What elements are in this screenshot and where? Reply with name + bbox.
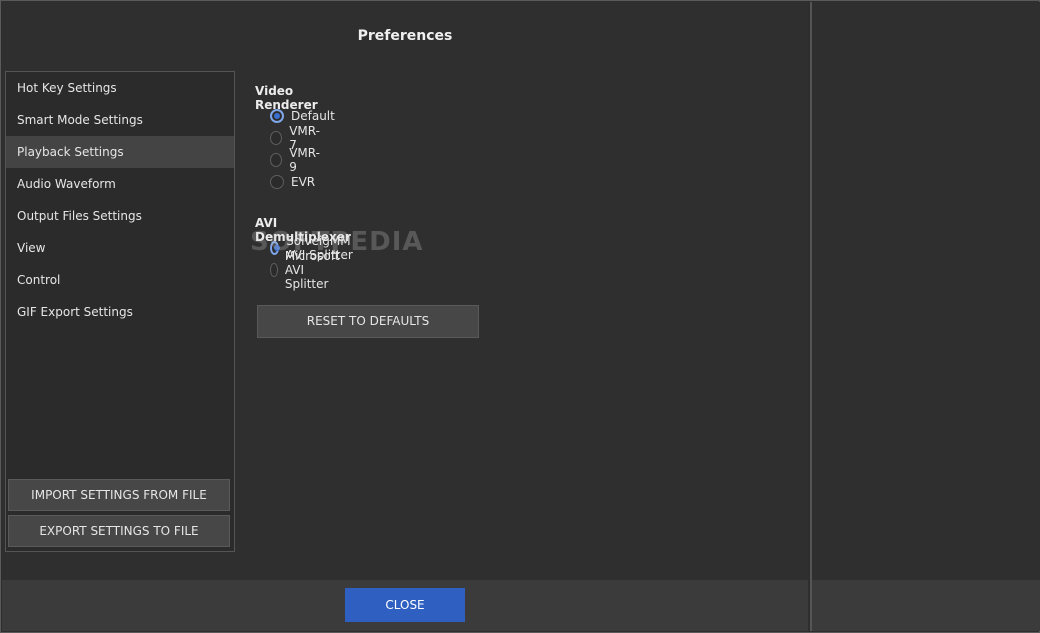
sidebar-item-audio-waveform[interactable]: Audio Waveform [6, 168, 234, 200]
radio-label: Microsoft AVI Splitter [284, 249, 340, 291]
radio-avi-microsoft[interactable]: Microsoft AVI Splitter [270, 249, 346, 291]
radio-checked-icon [270, 241, 281, 255]
radio-label: Default [291, 109, 335, 123]
radio-video-default[interactable]: Default [270, 106, 335, 126]
radio-label: EVR [291, 175, 316, 189]
radio-unchecked-icon [270, 131, 283, 145]
sidebar-item-hot-key-settings[interactable]: Hot Key Settings [6, 72, 234, 104]
sidebar-item-view[interactable]: View [6, 232, 234, 264]
radio-video-vmr7[interactable]: VMR-7 [270, 124, 322, 152]
sidebar-item-output-files-settings[interactable]: Output Files Settings [6, 200, 234, 232]
radio-checked-icon [270, 109, 284, 123]
reset-to-defaults-button[interactable]: RESET TO DEFAULTS [257, 305, 479, 338]
radio-unchecked-icon [270, 175, 284, 189]
settings-sidebar: Hot Key Settings Smart Mode Settings Pla… [5, 71, 235, 552]
sidebar-item-smart-mode-settings[interactable]: Smart Mode Settings [6, 104, 234, 136]
export-settings-button[interactable]: EXPORT SETTINGS TO FILE [8, 515, 230, 547]
dialog-footer: CLOSE [2, 580, 808, 631]
radio-video-vmr9[interactable]: VMR-9 [270, 146, 322, 174]
radio-label: VMR-9 [289, 146, 320, 174]
sidebar-item-gif-export-settings[interactable]: GIF Export Settings [6, 296, 234, 328]
radio-unchecked-icon [270, 153, 283, 167]
sidebar-item-playback-settings[interactable]: Playback Settings [6, 136, 234, 168]
import-settings-button[interactable]: IMPORT SETTINGS FROM FILE [8, 479, 230, 511]
right-pane-footer [812, 580, 1040, 631]
radio-video-evr[interactable]: EVR [270, 172, 315, 192]
preferences-dialog: Preferences Hot Key Settings Smart Mode … [2, 2, 808, 631]
close-button[interactable]: CLOSE [345, 588, 465, 622]
sidebar-item-control[interactable]: Control [6, 264, 234, 296]
right-pane [810, 2, 1040, 631]
radio-unchecked-icon [270, 263, 278, 277]
dialog-title: Preferences [357, 28, 453, 44]
